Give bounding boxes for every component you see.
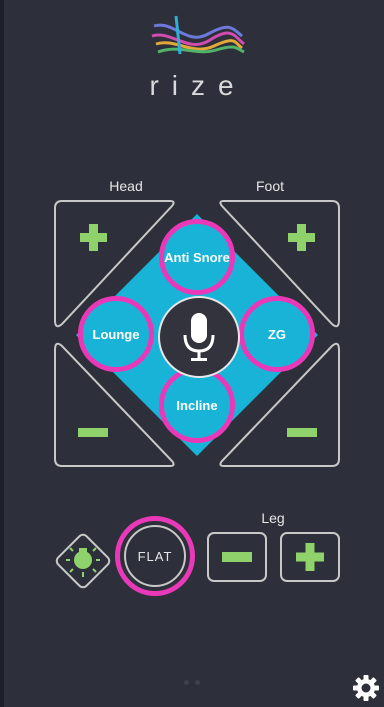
anti-snore-button[interactable]: Anti Snore bbox=[159, 219, 235, 295]
flat-button[interactable]: FLAT bbox=[124, 525, 186, 587]
lounge-button[interactable]: Lounge bbox=[78, 296, 154, 372]
minus-icon bbox=[78, 428, 108, 437]
voice-button[interactable] bbox=[158, 296, 240, 378]
page-dot bbox=[184, 680, 189, 685]
light-button[interactable] bbox=[52, 530, 114, 592]
microphone-icon bbox=[183, 313, 215, 361]
gear-icon bbox=[353, 675, 379, 701]
zg-button[interactable]: ZG bbox=[239, 296, 315, 372]
incline-button[interactable]: Incline bbox=[159, 367, 235, 443]
page-dot bbox=[195, 680, 200, 685]
minus-icon bbox=[222, 552, 252, 562]
leg-down-button[interactable] bbox=[207, 532, 267, 582]
leg-label: Leg bbox=[261, 510, 285, 526]
plus-icon bbox=[296, 543, 324, 571]
minus-icon bbox=[287, 428, 317, 437]
leg-up-button[interactable] bbox=[280, 532, 340, 582]
light-bulb-icon bbox=[55, 533, 111, 589]
page-indicator bbox=[184, 672, 206, 690]
settings-button[interactable] bbox=[352, 674, 380, 702]
